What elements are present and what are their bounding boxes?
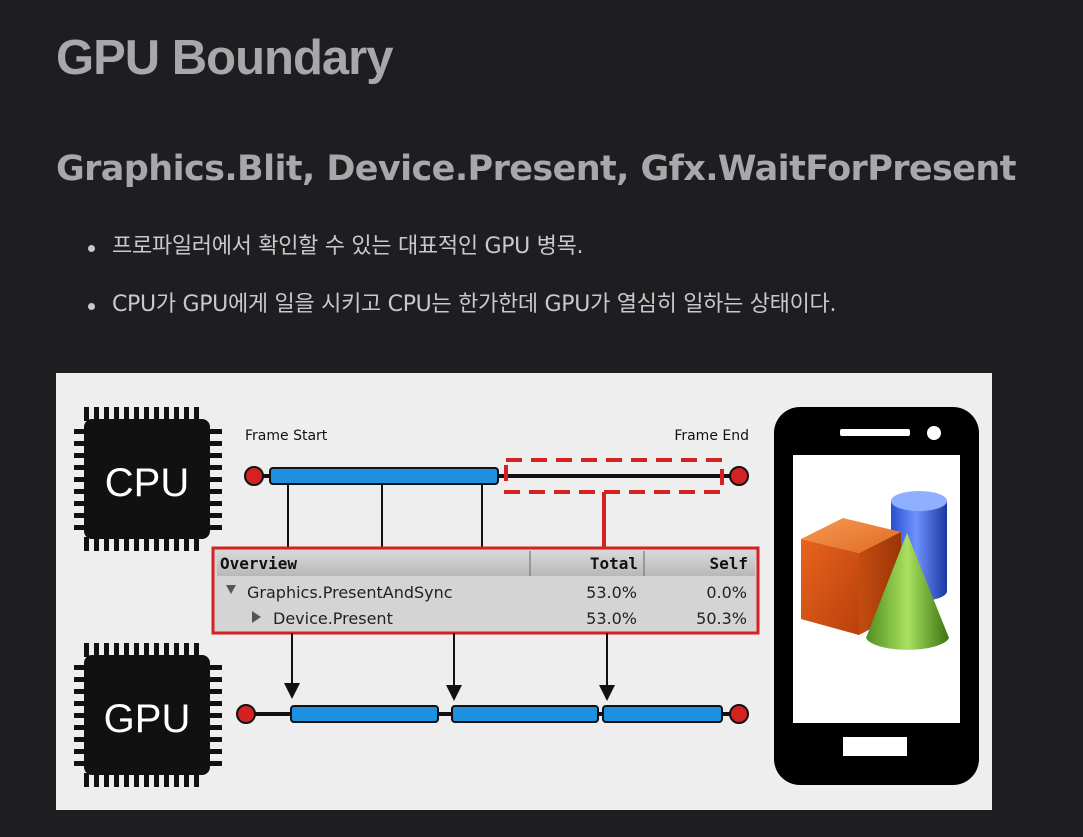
cpu-chip-icon: CPU bbox=[74, 407, 222, 551]
profiler-row-name: Device.Present bbox=[273, 609, 393, 628]
profiler-row-total: 53.0% bbox=[586, 583, 637, 602]
page-title: GPU Boundary bbox=[56, 31, 393, 85]
gpu-boundary-diagram: CPU GPU Frame Start Frame End Overview T… bbox=[56, 373, 992, 810]
gpu-chip-icon: GPU bbox=[74, 643, 222, 787]
cpu-timeline bbox=[244, 458, 749, 549]
profiler-table: Overview Total Self Graphics.PresentAndS… bbox=[211, 546, 760, 635]
cpu-label: CPU bbox=[105, 461, 189, 505]
bullet-item: CPU가 GPU에게 일을 시키고 CPU는 한가한데 GPU가 열심히 일하는… bbox=[88, 286, 837, 344]
profiler-header-total: Total bbox=[590, 554, 638, 573]
frame-start-label: Frame Start bbox=[245, 428, 328, 444]
frame-start-marker bbox=[244, 466, 264, 486]
smartphone-icon bbox=[774, 407, 979, 785]
profiler-row-self: 50.3% bbox=[696, 609, 747, 628]
cpu-work-bar bbox=[269, 467, 499, 485]
profiler-row-self: 0.0% bbox=[706, 583, 747, 602]
profiler-header-overview: Overview bbox=[220, 554, 297, 573]
bullet-list: 프로파일러에서 확인할 수 있는 대표적인 GPU 병목. CPU가 GPU에게… bbox=[88, 228, 837, 344]
bullet-item: 프로파일러에서 확인할 수 있는 대표적인 GPU 병목. bbox=[88, 228, 836, 286]
profiler-row-total: 53.0% bbox=[586, 609, 637, 628]
frame-end-label: Frame End bbox=[674, 428, 749, 444]
section-title: Graphics.Blit, Device.Present, Gfx.WaitF… bbox=[56, 149, 1016, 189]
gpu-work-bar bbox=[451, 705, 599, 723]
gpu-work-bar bbox=[602, 705, 723, 723]
gpu-work-bar bbox=[290, 705, 439, 723]
profiler-row-name: Graphics.PresentAndSync bbox=[247, 583, 453, 602]
gpu-label: GPU bbox=[104, 697, 191, 741]
profiler-header-self: Self bbox=[709, 554, 748, 573]
gpu-timeline bbox=[236, 704, 749, 724]
frame-end-marker bbox=[729, 466, 749, 486]
